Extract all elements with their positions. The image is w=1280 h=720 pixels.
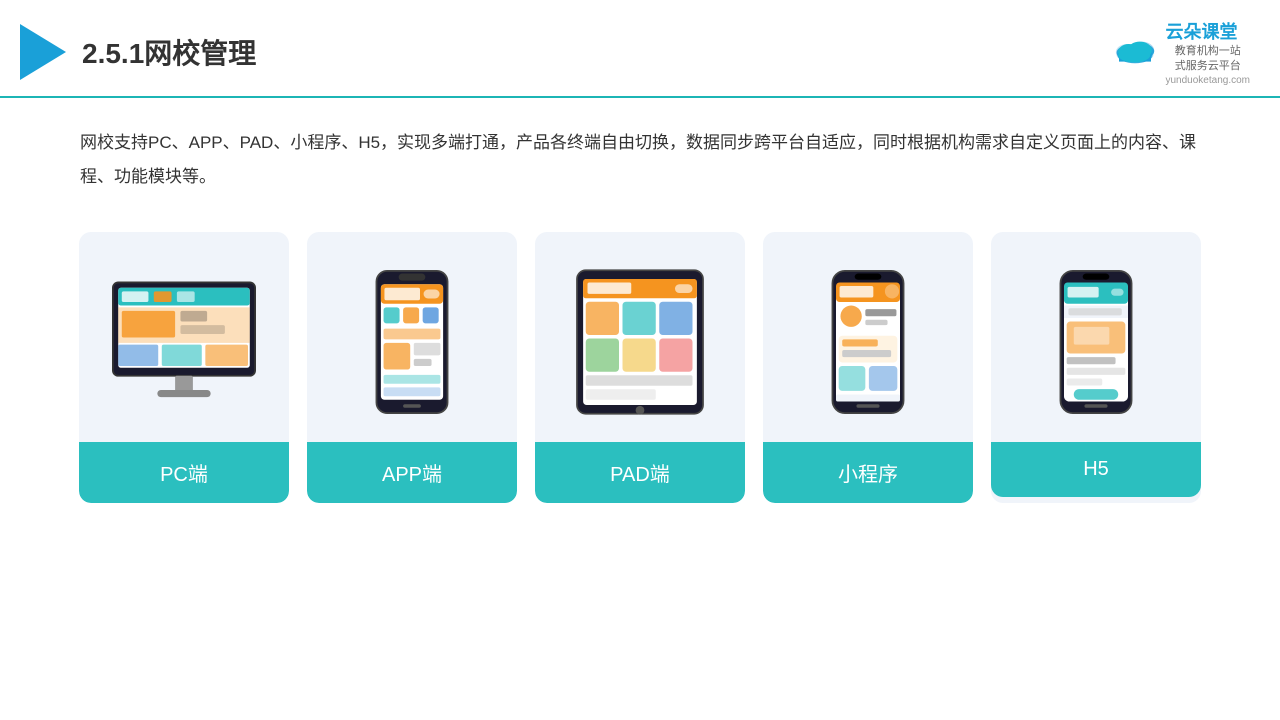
- description-content: 网校支持PC、APP、PAD、小程序、H5，实现多端打通，产品各终端自由切换，数…: [80, 133, 1196, 186]
- card-miniapp: 小程序: [763, 232, 973, 503]
- card-pad: PAD端: [535, 232, 745, 503]
- cards-container: PC端: [0, 222, 1280, 533]
- logo-url: yunduoketang.com: [1165, 75, 1250, 86]
- phone-miniapp-icon: [828, 262, 908, 422]
- page-title: 2.5.1网校管理: [82, 32, 256, 72]
- card-h5: H5: [991, 232, 1201, 503]
- card-miniapp-label: 小程序: [763, 442, 973, 503]
- cloud-logo: 云朵课堂 教育机构一站 式服务云平台 yunduoketang.com: [1111, 18, 1250, 86]
- tablet-pad-icon: [570, 262, 710, 422]
- logo-triangle-icon: [20, 24, 66, 80]
- logo-tagline: 教育机构一站 式服务云平台: [1165, 44, 1250, 75]
- card-pad-label: PAD端: [535, 442, 745, 503]
- header: 2.5.1网校管理 云朵课堂 教育机构一站 式服务: [0, 0, 1280, 98]
- card-pc-label: PC端: [79, 442, 289, 503]
- phone-app-icon: [372, 262, 452, 422]
- card-pc: PC端: [79, 232, 289, 503]
- card-pc-image: [79, 232, 289, 442]
- card-app: APP端: [307, 232, 517, 503]
- logo-text-group: 云朵课堂 教育机构一站 式服务云平台 yunduoketang.com: [1165, 18, 1250, 86]
- card-miniapp-image: [763, 232, 973, 442]
- cloud-icon: [1111, 36, 1159, 68]
- card-app-label: APP端: [307, 442, 517, 503]
- phone-h5-icon: [1056, 262, 1136, 422]
- card-pad-image: [535, 232, 745, 442]
- card-h5-label: H5: [991, 442, 1201, 497]
- card-h5-image: [991, 232, 1201, 442]
- card-app-image: [307, 232, 517, 442]
- logo-name: 云朵课堂: [1165, 18, 1250, 44]
- description-text: 网校支持PC、APP、PAD、小程序、H5，实现多端打通，产品各终端自由切换，数…: [0, 98, 1280, 212]
- pc-monitor-icon: [104, 272, 264, 412]
- brand-logo: 云朵课堂 教育机构一站 式服务云平台 yunduoketang.com: [1111, 18, 1250, 86]
- header-left: 2.5.1网校管理: [20, 24, 256, 80]
